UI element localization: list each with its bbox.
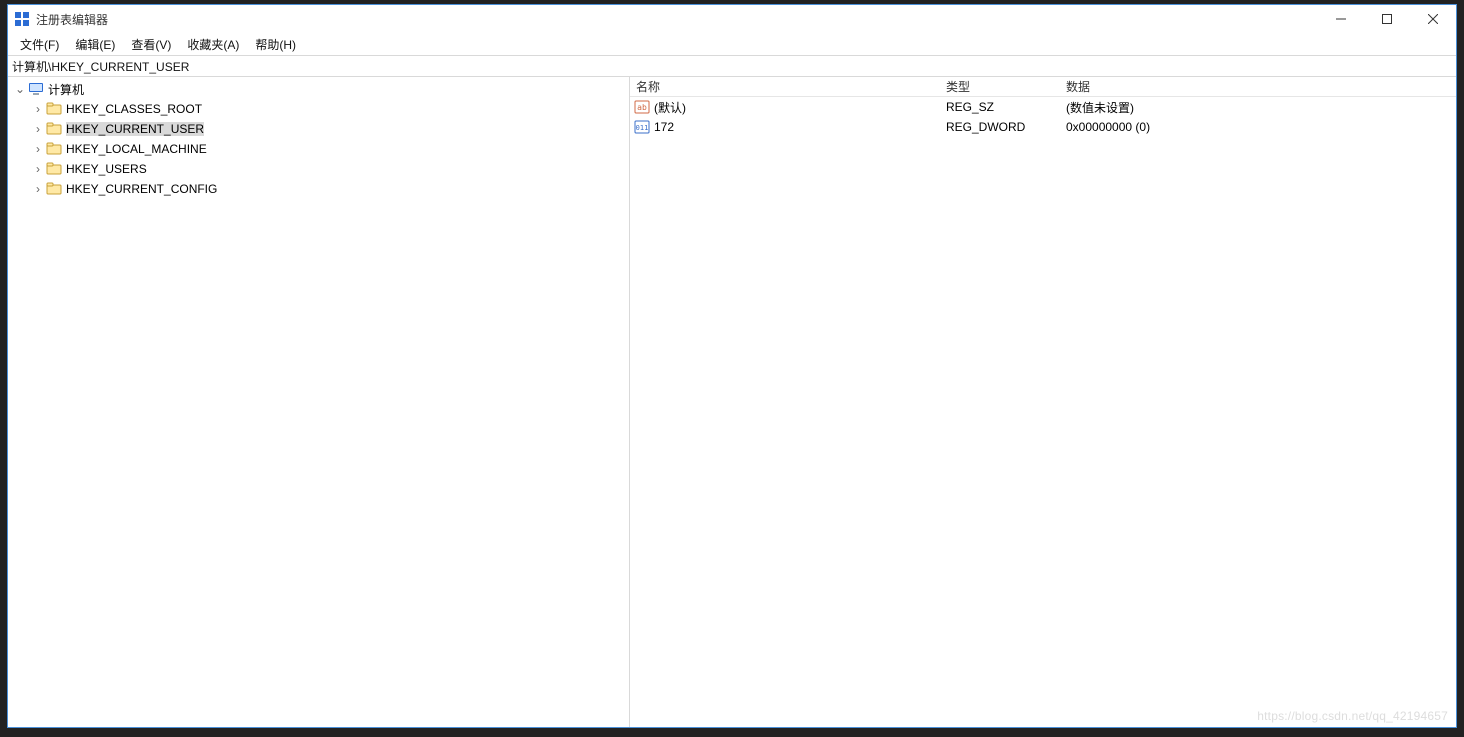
svg-text:ab: ab xyxy=(637,103,647,112)
tree-item-hklm[interactable]: HKEY_LOCAL_MACHINE xyxy=(8,139,629,159)
expander-icon[interactable] xyxy=(30,102,46,116)
value-list-pane: 名称 类型 数据 ab (默认) REG_SZ xyxy=(630,77,1456,727)
value-row[interactable]: 011 172 REG_DWORD 0x00000000 (0) xyxy=(630,117,1456,137)
address-path: 计算机\HKEY_CURRENT_USER xyxy=(12,58,189,75)
titlebar: 注册表编辑器 xyxy=(8,5,1456,33)
tree-item-label: HKEY_LOCAL_MACHINE xyxy=(66,142,207,156)
tree-item-label: HKEY_CLASSES_ROOT xyxy=(66,102,202,116)
value-list-header: 名称 类型 数据 xyxy=(630,77,1456,97)
folder-icon xyxy=(46,121,62,137)
value-data: 0x00000000 (0) xyxy=(1066,120,1456,134)
expander-icon[interactable] xyxy=(30,162,46,176)
menu-edit[interactable]: 编辑(E) xyxy=(67,34,123,55)
menu-view[interactable]: 查看(V) xyxy=(123,34,179,55)
value-rows[interactable]: ab (默认) REG_SZ (数值未设置) 011 xyxy=(630,97,1456,727)
folder-icon xyxy=(46,101,62,117)
tree-item-hkcu[interactable]: HKEY_CURRENT_USER xyxy=(8,119,629,139)
window: 注册表编辑器 文件(F) 编辑(E) 查看(V) 收藏夹(A) 帮助(H) 计算… xyxy=(7,4,1457,728)
address-bar[interactable]: 计算机\HKEY_CURRENT_USER xyxy=(8,55,1456,77)
tree-item-label: HKEY_CURRENT_USER xyxy=(66,122,204,136)
menu-favorites[interactable]: 收藏夹(A) xyxy=(179,34,247,55)
column-data[interactable]: 数据 xyxy=(1066,78,1456,95)
folder-icon xyxy=(46,181,62,197)
tree-item-label: HKEY_CURRENT_CONFIG xyxy=(66,182,217,196)
computer-icon xyxy=(28,81,44,97)
tree-item-label: 计算机 xyxy=(48,81,84,98)
expander-icon[interactable] xyxy=(12,82,28,96)
maximize-button[interactable] xyxy=(1364,5,1410,33)
body: 计算机 HKEY_CLASSES_ROOT HKEY_CURRENT_USER xyxy=(8,77,1456,727)
expander-icon[interactable] xyxy=(30,122,46,136)
binary-value-icon: 011 xyxy=(634,119,650,135)
menu-file[interactable]: 文件(F) xyxy=(12,34,67,55)
tree-item-label: HKEY_USERS xyxy=(66,162,147,176)
regedit-app-icon xyxy=(14,11,30,27)
window-controls xyxy=(1318,5,1456,33)
column-type[interactable]: 类型 xyxy=(946,78,1066,95)
menu-bar: 文件(F) 编辑(E) 查看(V) 收藏夹(A) 帮助(H) xyxy=(8,33,1456,55)
minimize-button[interactable] xyxy=(1318,5,1364,33)
tree-item-hkcc[interactable]: HKEY_CURRENT_CONFIG xyxy=(8,179,629,199)
tree-root-computer[interactable]: 计算机 xyxy=(8,79,629,99)
window-title: 注册表编辑器 xyxy=(36,11,108,28)
value-row[interactable]: ab (默认) REG_SZ (数值未设置) xyxy=(630,97,1456,117)
tree-item-hku[interactable]: HKEY_USERS xyxy=(8,159,629,179)
tree-pane[interactable]: 计算机 HKEY_CLASSES_ROOT HKEY_CURRENT_USER xyxy=(8,77,630,727)
column-name[interactable]: 名称 xyxy=(630,78,946,95)
close-button[interactable] xyxy=(1410,5,1456,33)
value-type: REG_SZ xyxy=(946,100,1066,114)
value-type: REG_DWORD xyxy=(946,120,1066,134)
value-name: (默认) xyxy=(654,99,686,116)
menu-help[interactable]: 帮助(H) xyxy=(247,34,304,55)
expander-icon[interactable] xyxy=(30,142,46,156)
folder-icon xyxy=(46,161,62,177)
tree-item-hkcr[interactable]: HKEY_CLASSES_ROOT xyxy=(8,99,629,119)
value-data: (数值未设置) xyxy=(1066,99,1456,116)
svg-text:011: 011 xyxy=(636,124,649,132)
string-value-icon: ab xyxy=(634,99,650,115)
expander-icon[interactable] xyxy=(30,182,46,196)
value-name: 172 xyxy=(654,120,674,134)
folder-icon xyxy=(46,141,62,157)
